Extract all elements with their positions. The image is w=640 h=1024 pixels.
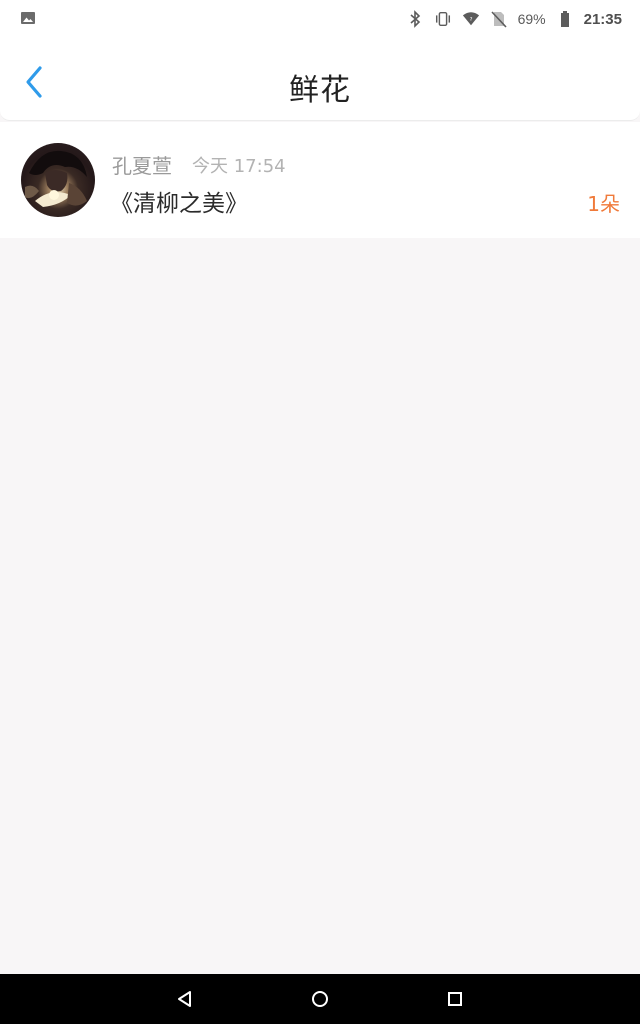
vibrate-icon	[434, 10, 452, 28]
home-circle-icon[interactable]	[310, 989, 330, 1009]
header-area: ? 69% 21:35 鲜花	[0, 0, 640, 121]
battery-percent: 69%	[517, 11, 546, 27]
svg-text:?: ?	[469, 17, 472, 23]
status-bar: ? 69% 21:35	[0, 0, 640, 38]
recents-square-icon[interactable]	[445, 989, 465, 1009]
post-time: 今天 17:54	[192, 156, 286, 177]
avatar[interactable]	[21, 143, 95, 217]
post-title[interactable]: 《清柳之美》	[110, 184, 248, 218]
image-icon	[20, 10, 36, 26]
page-title: 鲜花	[289, 73, 351, 108]
flower-list: 孔夏萱 今天 17:54 《清柳之美》 1朵	[0, 122, 640, 238]
list-item[interactable]: 孔夏萱 今天 17:54 《清柳之美》 1朵	[0, 122, 640, 238]
back-triangle-icon[interactable]	[175, 989, 195, 1009]
flower-page: ? 69% 21:35 鲜花 孔夏萱 今天 17:54 《清柳之美》 1朵	[0, 0, 640, 1024]
no-sim-icon	[490, 10, 508, 28]
system-navigation-bar	[0, 974, 640, 1024]
bluetooth-icon	[406, 10, 424, 28]
status-icons: ? 69% 21:35	[406, 8, 622, 30]
wifi-icon: ?	[462, 10, 480, 28]
user-name[interactable]: 孔夏萱	[112, 150, 172, 179]
title-bar: 鲜花	[0, 40, 640, 120]
clock: 21:35	[583, 10, 622, 28]
battery-icon	[556, 10, 574, 28]
flower-count: 1朵	[587, 192, 620, 216]
